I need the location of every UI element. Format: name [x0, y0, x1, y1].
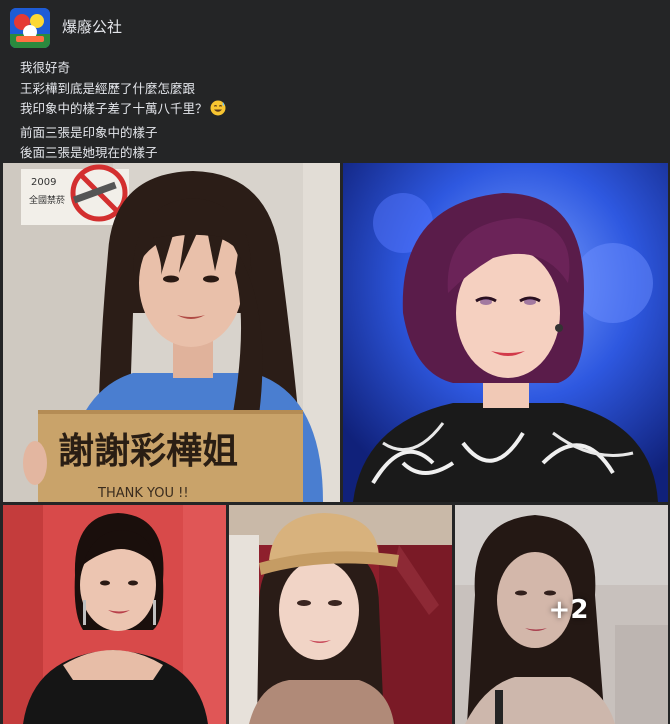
- poster-text: 全國禁菸: [29, 194, 65, 206]
- page-name[interactable]: 爆廢公社: [62, 16, 122, 37]
- post-photo-2[interactable]: [343, 163, 668, 502]
- post-line: 王彩樺到底是經歷了什麼怎麼跟: [20, 80, 196, 96]
- post-message: 我很好奇 王彩樺到底是經歷了什麼怎麼跟 我印象中的樣子差了十萬八千里？ 前面三張…: [20, 58, 226, 164]
- post-line: 後面三張是她現在的樣子: [20, 145, 158, 160]
- post-line: 我印象中的樣子差了十萬八千里？: [20, 99, 226, 123]
- more-photos-count[interactable]: +2: [455, 505, 668, 724]
- page-avatar[interactable]: [10, 8, 50, 48]
- post-photo-5[interactable]: +2: [455, 505, 668, 724]
- grinning-sweat-emoji: [210, 100, 226, 123]
- post-line: 我很好奇: [20, 60, 71, 75]
- sign-text: 謝謝彩樺姐: [58, 431, 238, 472]
- post-line: 前面三張是印象中的樣子: [20, 124, 158, 140]
- sign-subtext: THANK YOU !!: [97, 486, 189, 501]
- post-header: 爆廢公社: [10, 8, 122, 48]
- poster-year: 2009: [31, 177, 56, 188]
- post-photo-1[interactable]: 2009 全國禁菸 謝謝彩樺姐 THANK YOU !!: [3, 163, 340, 502]
- post-photo-4[interactable]: [229, 505, 452, 724]
- post-photo-3[interactable]: [3, 505, 226, 724]
